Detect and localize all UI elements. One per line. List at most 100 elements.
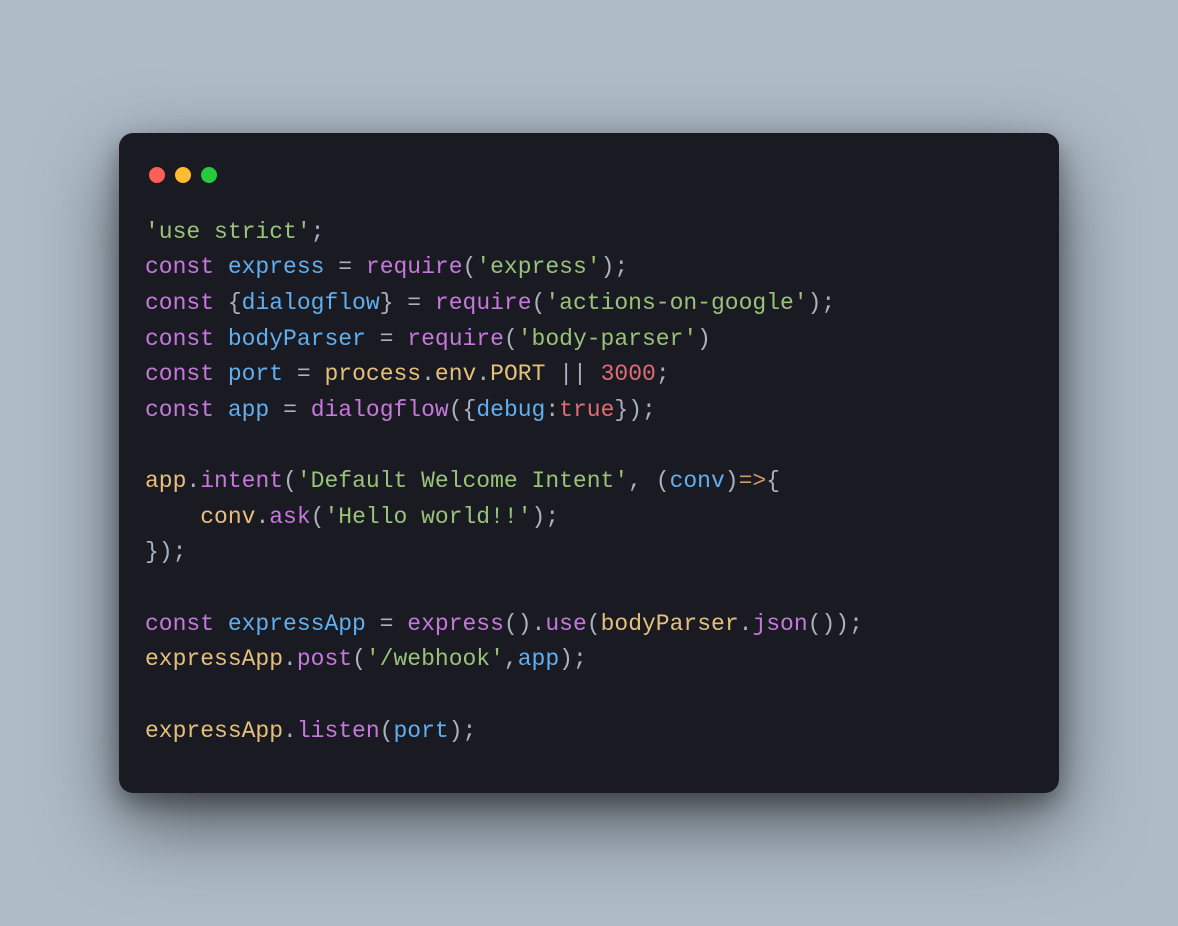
code-token: (: [656, 468, 670, 494]
code-token: ): [601, 254, 615, 280]
code-token: 'use strict': [145, 219, 311, 245]
code-token: ||: [559, 361, 587, 387]
code-token: [214, 361, 228, 387]
code-token: app: [145, 468, 186, 494]
code-token: 'express': [476, 254, 600, 280]
code-token: json: [752, 611, 807, 637]
code-token: [393, 290, 407, 316]
code-token: [214, 326, 228, 352]
code-token: (: [463, 254, 477, 280]
code-token: .: [532, 611, 546, 637]
code-token: [393, 326, 407, 352]
code-token: ;: [642, 397, 656, 423]
code-token: (: [380, 718, 394, 744]
code-token: =>: [739, 468, 767, 494]
code-token: ;: [849, 611, 863, 637]
code-token: ;: [173, 539, 187, 565]
code-token: .: [421, 361, 435, 387]
code-token: 'Default Welcome Intent': [297, 468, 628, 494]
code-token: conv: [200, 504, 255, 530]
code-token: ): [159, 539, 173, 565]
code-token: [214, 397, 228, 423]
code-token: use: [545, 611, 586, 637]
code-token: [145, 504, 200, 530]
code-token: require: [435, 290, 532, 316]
code-token: const: [145, 361, 214, 387]
code-token: ): [808, 290, 822, 316]
code-block[interactable]: 'use strict'; const express = require('e…: [145, 215, 1033, 750]
code-token: (: [504, 326, 518, 352]
code-token: [421, 290, 435, 316]
code-token: const: [145, 290, 214, 316]
code-token: (: [532, 290, 546, 316]
code-token: [324, 254, 338, 280]
code-token: .: [739, 611, 753, 637]
code-token: ;: [656, 361, 670, 387]
code-token: .: [283, 646, 297, 672]
code-token: [366, 611, 380, 637]
code-token: const: [145, 397, 214, 423]
code-token: '/webhook': [366, 646, 504, 672]
code-token: =: [407, 290, 421, 316]
code-token: [311, 361, 325, 387]
code-token: app: [518, 646, 559, 672]
code-token: process: [324, 361, 421, 387]
code-token: =: [338, 254, 352, 280]
code-token: [283, 361, 297, 387]
code-token: (: [283, 468, 297, 494]
code-token: ): [835, 611, 849, 637]
code-token: require: [366, 254, 463, 280]
code-token: {: [766, 468, 780, 494]
code-token: ): [559, 646, 573, 672]
code-token: post: [297, 646, 352, 672]
code-token: 'actions-on-google': [545, 290, 807, 316]
code-token: listen: [297, 718, 380, 744]
maximize-icon[interactable]: [201, 167, 217, 183]
code-token: const: [145, 254, 214, 280]
code-token: (: [808, 611, 822, 637]
code-token: ,: [628, 468, 642, 494]
code-token: express: [407, 611, 504, 637]
code-token: =: [380, 326, 394, 352]
code-token: expressApp: [145, 646, 283, 672]
code-token: PORT: [490, 361, 545, 387]
code-token: ;: [614, 254, 628, 280]
code-token: ): [449, 718, 463, 744]
code-token: ): [628, 397, 642, 423]
code-token: [642, 468, 656, 494]
code-token: .: [186, 468, 200, 494]
code-token: [214, 254, 228, 280]
code-token: dialogflow: [242, 290, 380, 316]
code-token: }: [380, 290, 394, 316]
code-token: =: [283, 397, 297, 423]
code-token: expressApp: [228, 611, 366, 637]
code-token: [269, 397, 283, 423]
code-token: debug: [476, 397, 545, 423]
code-token: const: [145, 611, 214, 637]
code-token: port: [393, 718, 448, 744]
code-token: ;: [821, 290, 835, 316]
code-token: ;: [573, 646, 587, 672]
minimize-icon[interactable]: [175, 167, 191, 183]
code-token: ,: [504, 646, 518, 672]
code-token: [545, 361, 559, 387]
code-token: ask: [269, 504, 310, 530]
code-token: require: [407, 326, 504, 352]
code-token: intent: [200, 468, 283, 494]
code-token: [297, 397, 311, 423]
code-token: ): [725, 468, 739, 494]
code-token: conv: [670, 468, 725, 494]
code-token: (: [449, 397, 463, 423]
close-icon[interactable]: [149, 167, 165, 183]
code-token: 'body-parser': [518, 326, 697, 352]
code-token: port: [228, 361, 283, 387]
code-token: [366, 326, 380, 352]
code-token: .: [476, 361, 490, 387]
code-token: ;: [545, 504, 559, 530]
code-token: ;: [463, 718, 477, 744]
code-token: bodyParser: [228, 326, 366, 352]
code-token: :: [545, 397, 559, 423]
code-token: =: [297, 361, 311, 387]
code-token: =: [380, 611, 394, 637]
code-token: ): [821, 611, 835, 637]
